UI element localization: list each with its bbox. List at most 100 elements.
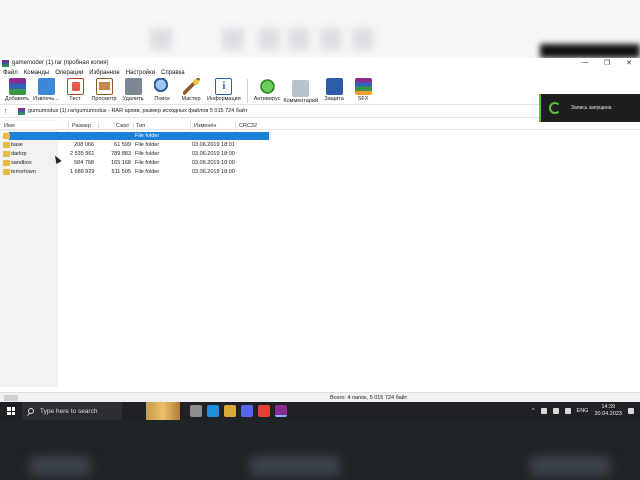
menu-bar: Файл Команды Операции Избранное Настройк… [0,68,640,77]
antivirus-button[interactable]: Антивирус [254,78,280,102]
column-divider[interactable] [235,122,236,129]
file-row[interactable]: darkrp 2 535 961 789 883 File folder 03.… [0,150,640,159]
col-name[interactable]: Имя [4,123,15,129]
file-modified: 03.06.2019 18:00 [192,160,235,166]
column-divider[interactable] [98,122,99,129]
recording-ring-icon [549,102,561,114]
comment-button[interactable]: Комментарий [283,78,318,104]
weather-widget[interactable] [146,402,180,420]
menu-commands[interactable]: Команды [24,70,49,76]
task-view-icon[interactable] [190,405,202,417]
comment-icon [292,80,310,97]
file-row-parent[interactable]: File folder [0,132,640,141]
trash-icon [124,78,142,95]
tray-app-icon[interactable] [540,408,547,414]
winrar-taskbar-icon[interactable] [275,405,287,417]
window-title: gamemoder (1).rar (пробная копия) [12,60,109,66]
extract-button[interactable]: Извлечь... [33,78,59,102]
blurred-shape [30,456,90,476]
winrar-app-icon [2,59,9,67]
file-packed: 61 599 [114,142,131,148]
column-headers: Имя Размер Сжат Тип Изменён CRC32 [0,121,640,130]
file-packed: 789 883 [111,151,131,157]
file-name: base [11,142,23,148]
col-modified[interactable]: Изменён [194,123,216,129]
recording-notification[interactable]: Запись запущена [539,94,640,122]
status-bar: Всего: 4 папок, 5 015 724 байт [0,392,640,402]
search-icon [28,408,34,414]
sfx-icon [354,78,372,95]
menu-operations[interactable]: Операции [55,70,83,76]
file-row[interactable]: terrortown 1 686 929 511 505 File folder… [0,168,640,177]
column-divider[interactable] [133,122,134,129]
folder-icon [3,160,10,166]
clock[interactable]: 14:39 20.04.2023 [594,404,622,418]
file-name: terrortown [11,169,36,175]
antivirus-icon [258,78,276,95]
window-controls: — ❐ ✕ [574,59,640,67]
maximize-button[interactable]: ❐ [596,59,618,67]
menu-file[interactable]: Файл [3,70,18,76]
protect-button[interactable]: Защита [321,78,347,102]
discord-icon[interactable] [241,405,253,417]
file-rows: File folder base 208 066 61 599 File fol… [0,132,640,177]
file-row[interactable]: sandbox 584 768 165 168 File folder 03.0… [0,159,640,168]
chevron-up-icon[interactable]: ^ [532,408,535,414]
col-packed[interactable]: Сжат [116,123,129,129]
toolbar-separator [246,79,248,103]
file-size: 208 066 [74,142,94,148]
menu-favorites[interactable]: Избранное [89,70,119,76]
delete-button[interactable]: Удалить [120,78,146,102]
file-list: Имя Размер Сжат Тип Изменён CRC32 File f… [0,120,640,387]
taskbar-apps [190,405,287,417]
search-placeholder: Type here to search [40,407,98,415]
chrome-icon[interactable] [258,405,270,417]
up-arrow-icon[interactable]: ↑ [4,108,18,115]
find-button[interactable]: Поиск [149,78,175,102]
blurred-icon [352,28,374,50]
edge-icon[interactable] [207,405,219,417]
col-crc[interactable]: CRC32 [239,123,257,129]
column-divider[interactable] [190,122,191,129]
sfx-button[interactable]: SFX [350,78,376,102]
add-archive-icon [8,78,26,95]
file-name: darkrp [11,151,27,157]
blurred-icon [150,28,172,50]
col-size[interactable]: Размер [72,123,91,129]
title-bar[interactable]: gamemoder (1).rar (пробная копия) — ❐ ✕ [0,58,640,68]
extract-folder-icon [37,78,55,95]
file-row[interactable]: base 208 066 61 599 File folder 03.06.20… [0,141,640,150]
volume-icon[interactable] [564,408,571,414]
file-size: 2 535 961 [70,151,95,157]
minimize-button[interactable]: — [574,59,596,67]
blurred-background-bottom [0,420,640,480]
start-button[interactable] [0,402,22,420]
taskbar-search[interactable]: Type here to search [22,402,122,420]
column-divider[interactable] [68,122,69,129]
notifications-icon[interactable] [628,408,634,414]
rar-file-icon [18,107,25,115]
add-button[interactable]: Добавить [4,78,30,102]
col-type[interactable]: Тип [136,123,145,129]
wand-icon [182,78,200,95]
file-packed: 511 505 [111,169,131,175]
menu-settings[interactable]: Настройки [126,70,155,76]
language-indicator[interactable]: ENG [577,408,589,414]
menu-help[interactable]: Справка [161,70,185,76]
file-type: File folder [135,142,160,148]
status-text: Всего: 4 папок, 5 015 724 байт [330,395,408,401]
file-explorer-icon[interactable] [224,405,236,417]
view-button[interactable]: Просмотр [91,78,117,102]
network-icon[interactable] [552,408,559,414]
notification-text: Запись запущена [571,105,612,111]
info-button[interactable]: Информация [207,78,241,102]
magnifier-icon [153,78,171,95]
wizard-button[interactable]: Мастер [178,78,204,102]
windows-logo-icon [7,407,15,415]
blurred-background-top [0,0,640,58]
close-button[interactable]: ✕ [618,59,640,67]
file-packed: 165 168 [111,160,131,166]
file-type: File folder [135,160,160,166]
test-button[interactable]: Тест [62,78,88,102]
shield-icon [325,78,343,95]
